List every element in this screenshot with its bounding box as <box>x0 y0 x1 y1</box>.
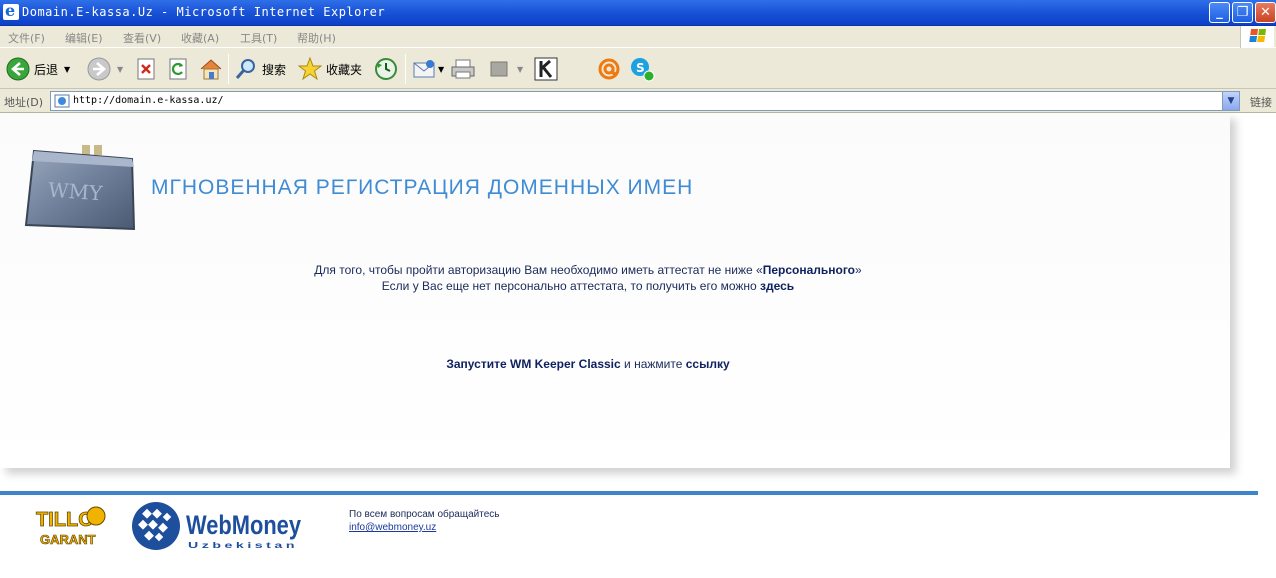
svg-text:S: S <box>636 61 645 75</box>
kaspersky-button[interactable] <box>534 55 558 83</box>
printer-icon <box>451 59 475 79</box>
minimize-button[interactable]: _ <box>1209 2 1230 23</box>
menu-tools[interactable]: 工具(T) <box>240 30 277 46</box>
address-dropdown-icon[interactable]: ▼ <box>1222 92 1239 110</box>
refresh-button[interactable] <box>167 55 189 83</box>
address-bar: 地址(D) http://domain.e-kassa.uz/ ▼ 链接 <box>0 89 1276 113</box>
address-label: 地址(D) <box>4 96 44 109</box>
webmoney-text: WebMoney <box>186 510 301 540</box>
close-button[interactable]: ✕ <box>1255 2 1276 23</box>
kaspersky-icon <box>534 57 558 81</box>
forward-button[interactable]: ▼ <box>87 55 123 83</box>
edit-button[interactable]: ▼ <box>489 55 523 83</box>
page-heading: МГНОВЕННАЯ РЕГИСТРАЦИЯ ДОМЕННЫХ ИМЕН <box>151 176 694 199</box>
login-link[interactable]: ссылку <box>686 357 730 371</box>
search-icon <box>235 59 255 79</box>
notice-line2-pre: Если у Вас еще нет персонально аттестата… <box>381 279 761 293</box>
page-right-edge <box>1266 113 1276 491</box>
window-titlebar: Domain.E-kassa.Uz - Microsoft Internet E… <box>0 0 1276 26</box>
history-icon <box>375 58 397 80</box>
contact-email-link[interactable]: info@webmoney.uz <box>349 521 499 534</box>
star-icon <box>298 57 322 81</box>
menu-edit[interactable]: 编辑(E) <box>65 30 103 46</box>
page-content: WMY МГНОВЕННАЯ РЕГИСТРАЦИЯ ДОМЕННЫХ ИМЕН… <box>0 113 1276 578</box>
wmy-wallet-logo: WMY <box>24 145 136 231</box>
stop-button[interactable] <box>135 55 157 83</box>
refresh-icon <box>169 58 187 80</box>
ie-icon <box>3 1 19 20</box>
forward-arrow-icon <box>87 57 111 81</box>
print-button[interactable] <box>450 55 476 83</box>
menu-bar: 文件(F) 编辑(E) 查看(V) 收藏(A) 工具(T) 帮助(H) <box>0 26 1276 48</box>
at-sign-icon <box>598 58 620 80</box>
contact-text: По всем вопросам обращайтесь <box>349 509 500 520</box>
home-icon <box>200 59 222 80</box>
address-url: http://domain.e-kassa.uz/ <box>73 95 224 106</box>
links-label[interactable]: 链接 <box>1250 94 1272 110</box>
edit-page-icon <box>490 61 508 77</box>
back-arrow-icon <box>6 57 30 81</box>
skype-icon: S <box>631 58 655 82</box>
window-title: Domain.E-kassa.Uz - Microsoft Internet E… <box>22 5 386 19</box>
notice-line1-pre: Для того, чтобы пройти авторизацию Вам н… <box>314 263 763 277</box>
wallet-text: WMY <box>47 178 104 206</box>
launch-instruction: Запустите WM Keeper Classic и нажмите сс… <box>0 357 1176 371</box>
toolbar: 后退 ▼ ▼ 搜索 收藏夹 ▼ ▼ S <box>0 48 1276 89</box>
page-icon <box>54 94 70 108</box>
notice-line1-post: » <box>855 263 862 277</box>
wm-keeper-link[interactable]: Запустите WM Keeper Classic <box>446 357 620 371</box>
footer-divider <box>0 491 1258 495</box>
windows-logo <box>1240 26 1274 48</box>
get-attestat-link[interactable]: здесь <box>760 279 794 293</box>
address-input[interactable]: http://domain.e-kassa.uz/ ▼ <box>50 91 1240 111</box>
tilo-garant-logo[interactable]: TILLO GARANT <box>34 506 112 548</box>
menu-help[interactable]: 帮助(H) <box>297 30 336 46</box>
back-label: 后退 <box>34 62 59 77</box>
launch-mid-text: и нажмите <box>620 357 686 371</box>
search-label: 搜索 <box>262 62 287 77</box>
menu-favorites[interactable]: 收藏(A) <box>181 30 219 46</box>
contact-info: По всем вопросам обращайтесь info@webmon… <box>349 508 499 534</box>
home-button[interactable] <box>198 55 224 83</box>
forward-dropdown-icon[interactable]: ▼ <box>117 65 123 74</box>
uzbekistan-text: Uzbekistan <box>188 541 298 550</box>
attestat-notice: Для того, чтобы пройти авторизацию Вам н… <box>0 262 1176 294</box>
search-button[interactable]: 搜索 <box>234 55 286 83</box>
mail-icon <box>413 60 435 78</box>
favorites-button[interactable]: 收藏夹 <box>298 55 362 83</box>
mailru-button[interactable] <box>597 55 621 83</box>
stop-icon <box>137 58 155 80</box>
tilo-text: TILLO <box>36 509 94 531</box>
skype-button[interactable]: S <box>629 55 655 83</box>
webmoney-uzbekistan-logo[interactable]: WebMoney Uzbekistan <box>130 500 305 552</box>
favorites-label: 收藏夹 <box>326 62 363 77</box>
back-dropdown-icon[interactable]: ▼ <box>64 65 70 74</box>
menu-file[interactable]: 文件(F) <box>8 30 45 46</box>
mail-button[interactable]: ▼ <box>412 55 444 83</box>
personal-attestat-link[interactable]: Персонального <box>763 263 855 277</box>
back-button[interactable]: 后退 ▼ <box>6 55 70 83</box>
menu-view[interactable]: 查看(V) <box>123 30 161 46</box>
mail-dropdown-icon[interactable]: ▼ <box>438 65 444 74</box>
garant-text: GARANT <box>40 532 96 547</box>
restore-button[interactable]: ❐ <box>1232 2 1253 23</box>
edit-dropdown-icon[interactable]: ▼ <box>517 65 523 74</box>
history-button[interactable] <box>374 55 398 83</box>
